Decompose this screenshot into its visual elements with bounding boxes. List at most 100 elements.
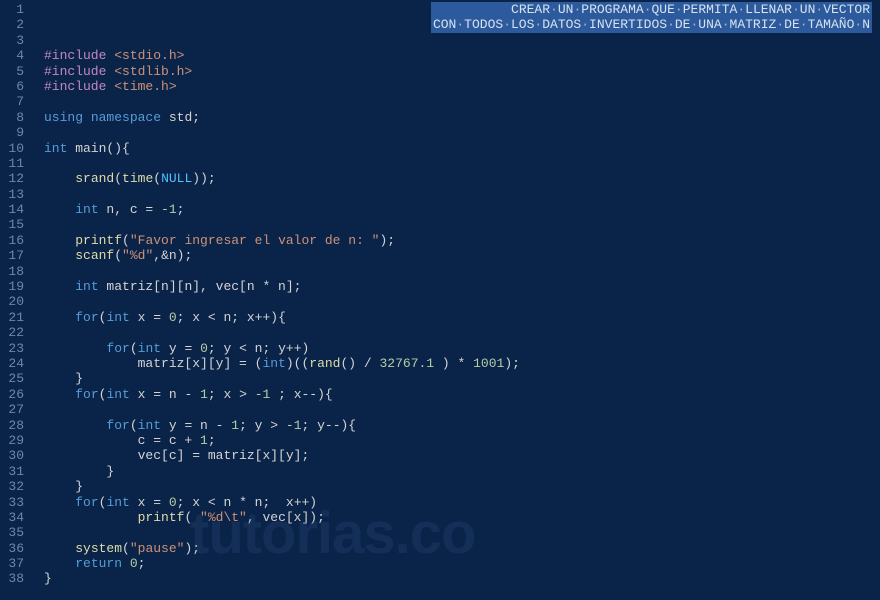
preprocessor: #include: [44, 48, 114, 63]
line-number: 2: [0, 17, 24, 32]
code-line: for(int x = 0; x < n; x++){: [44, 310, 880, 325]
line-number: 18: [0, 264, 24, 279]
code-line: }: [44, 371, 880, 386]
code-line: #include <stdlib.h>: [44, 64, 880, 79]
line-number: 19: [0, 279, 24, 294]
code-text: x = n -: [130, 387, 200, 402]
keyword: using: [44, 110, 83, 125]
line-number: 3: [0, 33, 24, 48]
line-number: 27: [0, 402, 24, 417]
function-call: scanf: [75, 248, 114, 263]
line-number: 12: [0, 171, 24, 186]
code-line: [44, 156, 880, 171]
preprocessor: #include: [44, 79, 114, 94]
line-number: 15: [0, 217, 24, 232]
line-number: 5: [0, 64, 24, 79]
type: int: [44, 141, 67, 156]
function-call: printf: [75, 233, 122, 248]
code-line: int matriz[n][n], vec[n * n];: [44, 279, 880, 294]
code-line: [44, 402, 880, 417]
code-text: ; x >: [208, 387, 255, 402]
line-number: 9: [0, 125, 24, 140]
line-number: 1: [0, 2, 24, 17]
line-number: 37: [0, 556, 24, 571]
line-number: 36: [0, 541, 24, 556]
line-number: 16: [0, 233, 24, 248]
code-area[interactable]: CREAR·UN·PROGRAMA·QUE·PERMITA·LLENAR·UN·…: [32, 0, 880, 600]
function-call: system: [75, 541, 122, 556]
code-text: matriz[x][y] = (: [138, 356, 263, 371]
type: int: [106, 495, 129, 510]
keyword: for: [75, 387, 98, 402]
keyword: for: [106, 341, 129, 356]
line-number: 32: [0, 479, 24, 494]
number: 1: [231, 418, 239, 433]
code-line: using namespace std;: [44, 110, 880, 125]
line-number: 25: [0, 371, 24, 386]
line-number: 6: [0, 79, 24, 94]
code-line: [44, 217, 880, 232]
comment-line-1: CREAR·UN·PROGRAMA·QUE·PERMITA·LLENAR·UN·…: [433, 2, 870, 17]
code-line: system("pause");: [44, 541, 880, 556]
code-line: #include <stdio.h>: [44, 48, 880, 63]
code-line: int n, c = -1;: [44, 202, 880, 217]
line-number: 23: [0, 341, 24, 356]
line-number: 26: [0, 387, 24, 402]
code-line: #include <time.h>: [44, 79, 880, 94]
code-line: printf( "%d\t", vec[x]);: [44, 510, 880, 525]
code-line: }: [44, 479, 880, 494]
number: 0: [169, 495, 177, 510]
line-number: 20: [0, 294, 24, 309]
line-number: 31: [0, 464, 24, 479]
code-text: y =: [161, 341, 200, 356]
type: int: [262, 356, 285, 371]
code-line: [44, 525, 880, 540]
line-number: 38: [0, 571, 24, 586]
type: int: [138, 418, 161, 433]
code-line: [44, 33, 880, 48]
include-path: <stdlib.h>: [114, 64, 192, 79]
type: int: [106, 387, 129, 402]
number: 0: [169, 310, 177, 325]
code-line: int main(){: [44, 141, 880, 156]
number: -1: [161, 202, 177, 217]
line-number: 28: [0, 418, 24, 433]
number: -1: [255, 387, 271, 402]
preprocessor: #include: [44, 64, 114, 79]
line-number: 4: [0, 48, 24, 63]
line-number: 34: [0, 510, 24, 525]
code-line: return 0;: [44, 556, 880, 571]
number: 0: [200, 341, 208, 356]
line-number: 13: [0, 187, 24, 202]
code-line: [44, 325, 880, 340]
code-editor[interactable]: 1234567891011121314151617181920212223242…: [0, 0, 880, 600]
declaration: n, c =: [99, 202, 161, 217]
code-line: srand(time(NULL));: [44, 171, 880, 186]
number: 1: [200, 387, 208, 402]
type: int: [138, 341, 161, 356]
line-number: 17: [0, 248, 24, 263]
line-number: 10: [0, 141, 24, 156]
string-literal: "%d\t": [200, 510, 247, 525]
code-text: x =: [130, 310, 169, 325]
code-text: ; x < n * n; x++): [177, 495, 317, 510]
keyword: for: [75, 495, 98, 510]
arguments: , vec[x]);: [247, 510, 325, 525]
code-text: ; x < n; x++){: [177, 310, 286, 325]
identifier: std;: [161, 110, 200, 125]
code-line: for(int y = 0; y < n; y++): [44, 341, 880, 356]
code-text: y = n -: [161, 418, 231, 433]
selected-comment-block: CREAR·UN·PROGRAMA·QUE·PERMITA·LLENAR·UN·…: [431, 2, 872, 33]
code-line: matriz[x][y] = (int)((rand() / 32767.1 )…: [44, 356, 880, 371]
code-text: ; y--){: [302, 418, 357, 433]
code-line: [44, 264, 880, 279]
line-number: 11: [0, 156, 24, 171]
number: 32767.1: [380, 356, 435, 371]
code-text: ) *: [434, 356, 473, 371]
number: 0: [130, 556, 138, 571]
code-line: vec[c] = matriz[x][y];: [44, 448, 880, 463]
code-line: [44, 125, 880, 140]
line-number: 24: [0, 356, 24, 371]
code-line: scanf("%d",&n);: [44, 248, 880, 263]
line-number: 7: [0, 94, 24, 109]
